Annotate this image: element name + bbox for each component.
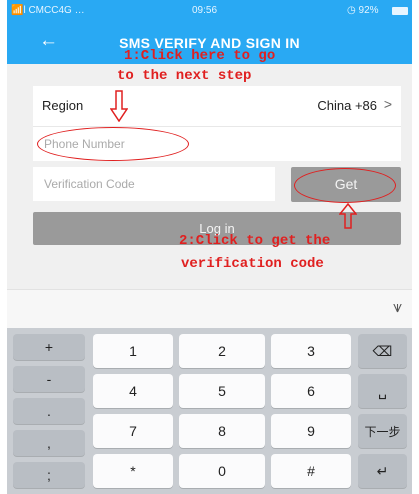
- key-8[interactable]: 8: [179, 414, 265, 448]
- annotation-step1-line1: 1:Click here to go: [124, 48, 276, 64]
- region-label: Region: [42, 98, 84, 113]
- key-semicolon[interactable]: ;: [13, 462, 85, 488]
- key-7[interactable]: 7: [93, 414, 173, 448]
- key-plus[interactable]: +: [13, 334, 85, 360]
- numeric-keyboard: + - . , ; 1 2 3 4 5 6 7 8 9 * 0 # ⌫ ␣ 下一…: [7, 328, 412, 494]
- key-9[interactable]: 9: [271, 414, 351, 448]
- battery-icon: [392, 7, 408, 15]
- annotation-ellipse-get: [294, 168, 396, 203]
- status-bar: 📶l CMCC4G … 09:56 ◷ 92%: [7, 0, 412, 22]
- clock: 09:56: [192, 5, 218, 16]
- key-3[interactable]: 3: [271, 334, 351, 368]
- key-minus[interactable]: -: [13, 366, 85, 392]
- key-6[interactable]: 6: [271, 374, 351, 408]
- app-screen: 📶l CMCC4G … 09:56 ◷ 92% ← SMS VERIFY AND…: [7, 0, 412, 494]
- region-value: China +86: [317, 98, 377, 113]
- key-comma[interactable]: ,: [13, 430, 85, 456]
- keyboard-toolbar: ⩛: [7, 289, 412, 328]
- annotation-step1-line2: to the next step: [117, 68, 252, 84]
- keyboard-hide-icon[interactable]: ⩛: [393, 299, 402, 317]
- annotation-ellipse-phone: [37, 127, 189, 161]
- annotation-step2-line2: verification code: [181, 256, 324, 272]
- down-arrow-icon: [110, 90, 128, 122]
- carrier-label: 📶l CMCC4G …: [11, 5, 85, 16]
- verification-code-input[interactable]: [42, 176, 266, 192]
- key-period[interactable]: .: [13, 398, 85, 424]
- enter-icon[interactable]: ↵: [358, 454, 407, 488]
- battery-label: ◷ 92%: [347, 5, 379, 16]
- up-arrow-icon: [339, 203, 357, 229]
- verification-code-row: [33, 167, 275, 201]
- region-selector[interactable]: Region China +86 >: [33, 86, 401, 126]
- key-1[interactable]: 1: [93, 334, 173, 368]
- key-5[interactable]: 5: [179, 374, 265, 408]
- backspace-icon[interactable]: ⌫: [358, 334, 407, 368]
- key-2[interactable]: 2: [179, 334, 265, 368]
- key-hash[interactable]: #: [271, 454, 351, 488]
- key-star[interactable]: *: [93, 454, 173, 488]
- space-key-icon[interactable]: ␣: [358, 374, 407, 408]
- annotation-step2-line1: 2:Click to get the: [179, 233, 331, 249]
- key-0[interactable]: 0: [179, 454, 265, 488]
- chevron-right-icon: >: [383, 96, 392, 112]
- next-step-key[interactable]: 下一步: [358, 414, 407, 448]
- key-4[interactable]: 4: [93, 374, 173, 408]
